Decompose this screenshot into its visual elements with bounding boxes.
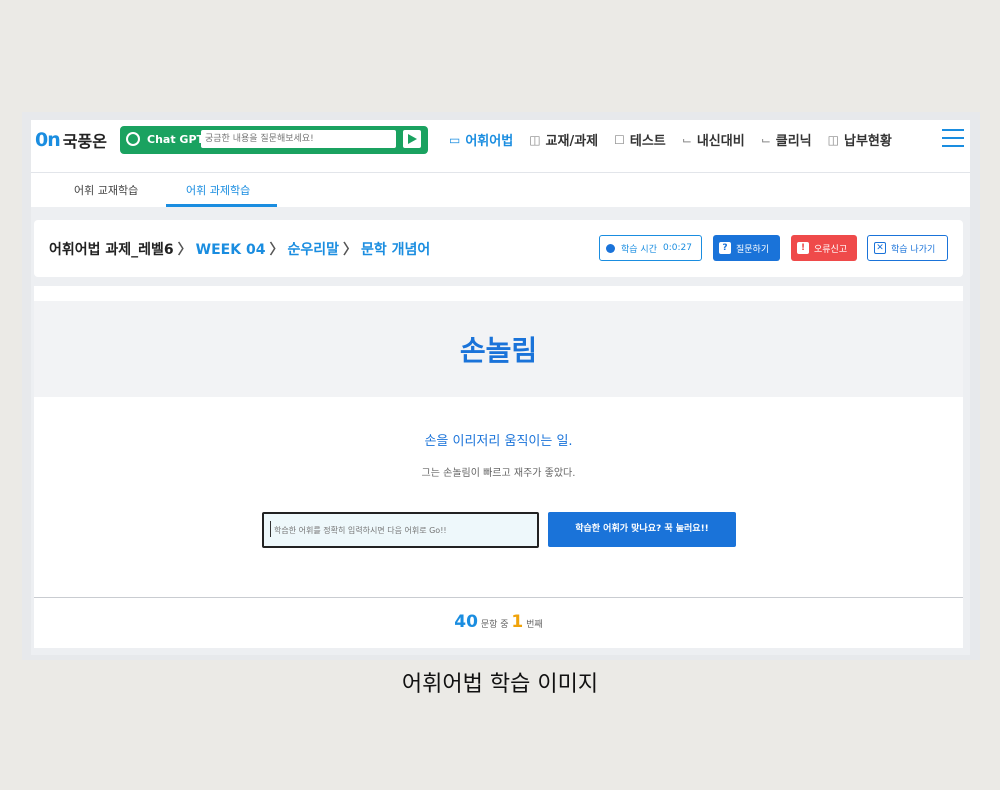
study-card: 손놀림 손을 이리저리 움직이는 일. 그는 손놀림이 빠르고 재주가 좋았다.… [34,286,963,648]
question-progress: 40 문항 중 1 번째 [34,612,963,632]
tab-textbook-study[interactable]: 어휘 교재학습 [74,182,138,198]
menu-item-label: 클리닉 [775,134,812,149]
menu-item-label: 내신대비 [696,134,745,149]
main-menu: ▭ 어휘어법 ◫ 교재/과제 ☐ 테스트 ⌙ 내신대비 ⌙ 클리닉 ◫ 납부현황 [449,130,908,150]
breadcrumb-unit[interactable]: 순우리말 [287,242,339,258]
breadcrumb-week[interactable]: WEEK 04 [196,242,266,258]
menu-item-label: 납부현황 [843,134,892,149]
logo-mark: 0n [35,129,61,151]
exit-study-label: 학습 나가기 [891,244,936,255]
vocabulary-word: 손놀림 [459,334,538,367]
stopwatch-icon [606,243,615,253]
breadcrumb: 어휘어법 과제_레벨6 〉 WEEK 04 〉 순우리말 〉 문학 개념어 [49,239,430,259]
timer-label: 학습 시간 [621,244,657,255]
text-caret [270,521,271,537]
word-band: 손놀림 [34,301,963,397]
chatgpt-label: Chat GPT [147,133,205,146]
word-definition: 손을 이리저리 움직이는 일. [424,434,573,449]
menu-item-clinic[interactable]: ⌙ 클리닉 [760,130,812,150]
report-error-label: 오류신고 [814,244,848,255]
study-timer: 학습 시간 0:0:27 [599,235,702,261]
book-icon: ◫ [529,132,541,147]
chatgpt-input[interactable] [201,130,396,148]
menu-item-vocab[interactable]: ▭ 어휘어법 [449,130,514,150]
chatgpt-bar: Chat GPT [120,126,428,154]
divider [34,597,963,598]
ask-question-button[interactable]: ? 질문하기 [713,235,780,261]
question-icon: ? [719,242,731,254]
current-index: 1 [511,612,524,632]
chevron-right-icon: 〉 [177,242,192,258]
send-icon[interactable] [403,130,421,148]
tab-assignment-study[interactable]: 어휘 과제학습 [186,182,250,198]
book-icon: ◫ [827,132,839,147]
answer-input[interactable] [262,512,539,548]
chart-icon: ⌙ [681,132,692,147]
breadcrumb-topic: 문학 개념어 [360,242,431,258]
submit-answer-button[interactable]: 학습한 어휘가 맞나요? 꾹 눌러요!! [548,512,736,547]
menu-item-label: 어휘어법 [465,134,514,149]
exit-study-button[interactable]: ✕ 학습 나가기 [867,235,948,261]
sub-tabs: 어휘 교재학습 어휘 과제학습 [31,173,970,207]
logo[interactable]: 0n 국풍온 [35,126,107,154]
chart-icon: ⌙ [760,132,771,147]
chevron-right-icon: 〉 [269,242,284,258]
progress-mid: 문항 중 [480,620,509,630]
breadcrumb-course[interactable]: 어휘어법 과제_레벨6 [49,242,174,258]
progress-suffix: 번째 [526,620,543,630]
active-tab-indicator [166,204,277,207]
report-error-button[interactable]: ! 오류신고 [791,235,857,261]
ask-question-label: 질문하기 [736,244,770,255]
menu-item-exam-prep[interactable]: ⌙ 내신대비 [681,130,745,150]
openai-icon [126,132,140,146]
chevron-right-icon: 〉 [342,242,357,258]
timer-value: 0:0:27 [662,243,692,253]
menu-item-test[interactable]: ☐ 테스트 [614,130,666,150]
total-count: 40 [454,612,478,632]
example-sentence: 그는 손놀림이 빠르고 재주가 좋았다. [421,468,576,479]
menu-item-textbook[interactable]: ◫ 교재/과제 [529,130,599,150]
menu-item-label: 교재/과제 [545,134,599,149]
logo-text: 국풍온 [62,132,107,151]
edit-icon: ☐ [614,132,625,147]
lesson-header: 어휘어법 과제_레벨6 〉 WEEK 04 〉 순우리말 〉 문학 개념어 학습 시간 0:… [34,220,963,277]
app-window: 0n 국풍온 Chat GPT ▭ 어휘어법 ◫ 교재/과제 ☐ 테스트 ⌙ [31,120,970,655]
menu-item-payment[interactable]: ◫ 납부현황 [827,130,892,150]
vocab-icon: ▭ [449,132,461,147]
image-caption: 어휘어법 학습 이미지 [401,672,599,697]
top-nav: 0n 국풍온 Chat GPT ▭ 어휘어법 ◫ 교재/과제 ☐ 테스트 ⌙ [31,120,970,173]
exclamation-icon: ! [797,242,809,254]
close-icon: ✕ [874,242,886,254]
menu-item-label: 테스트 [629,134,666,149]
hamburger-menu-icon[interactable] [942,129,964,147]
